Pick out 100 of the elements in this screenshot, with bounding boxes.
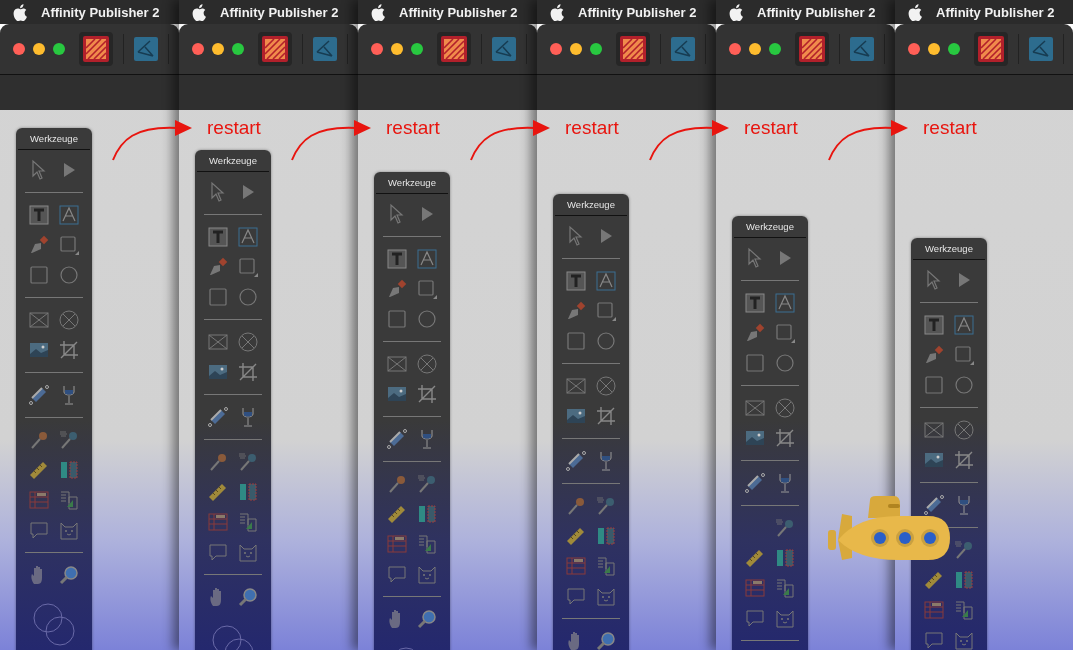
app-menu-title[interactable]: Affinity Publisher 2	[578, 4, 697, 20]
publisher-app-button[interactable]	[258, 32, 292, 66]
publisher-app-button[interactable]	[79, 32, 113, 66]
text-columns-icon[interactable]	[416, 533, 438, 555]
speech-bubble-icon[interactable]	[207, 541, 229, 563]
close-button[interactable]	[192, 43, 204, 55]
crop-icon[interactable]	[774, 427, 796, 449]
square-icon[interactable]	[565, 330, 587, 352]
gradient-tool-icon[interactable]	[744, 472, 766, 494]
text-icon[interactable]	[595, 270, 617, 292]
crossed-circle-icon[interactable]	[58, 309, 80, 331]
square-icon[interactable]	[416, 278, 438, 300]
crop-icon[interactable]	[58, 339, 80, 361]
circle-icon[interactable]	[595, 330, 617, 352]
minimize-button[interactable]	[928, 43, 940, 55]
minimize-button[interactable]	[212, 43, 224, 55]
minimize-button[interactable]	[749, 43, 761, 55]
speech-bubble-icon[interactable]	[565, 585, 587, 607]
circle-icon[interactable]	[237, 286, 259, 308]
text-frame-icon[interactable]	[923, 314, 945, 336]
circle-icon[interactable]	[953, 374, 975, 396]
square-icon[interactable]	[953, 344, 975, 366]
table-icon[interactable]	[207, 511, 229, 533]
close-button[interactable]	[13, 43, 25, 55]
designer-app-icon[interactable]	[1029, 37, 1053, 61]
minimize-button[interactable]	[33, 43, 45, 55]
text-columns-icon[interactable]	[953, 599, 975, 621]
circle-icon[interactable]	[416, 308, 438, 330]
app-menu-title[interactable]: Affinity Publisher 2	[41, 4, 160, 20]
gradient-tool-icon[interactable]	[386, 428, 408, 450]
apple-icon[interactable]	[371, 3, 385, 21]
designer-app-icon[interactable]	[313, 37, 337, 61]
text-icon[interactable]	[237, 226, 259, 248]
table-icon[interactable]	[923, 599, 945, 621]
text-frame-icon[interactable]	[386, 248, 408, 270]
publisher-app-button[interactable]	[616, 32, 650, 66]
column-guides-icon[interactable]	[416, 503, 438, 525]
microphone-icon[interactable]	[595, 495, 617, 517]
pen-nib-icon[interactable]	[923, 344, 945, 366]
app-menu-title[interactable]: Affinity Publisher 2	[936, 4, 1055, 20]
apple-icon[interactable]	[13, 3, 27, 21]
column-guides-icon[interactable]	[595, 525, 617, 547]
table-icon[interactable]	[744, 577, 766, 599]
overlapping-circles-icon[interactable]	[31, 602, 77, 648]
square-icon[interactable]	[28, 264, 50, 286]
text-frame-icon[interactable]	[565, 270, 587, 292]
gradient-tool-icon[interactable]	[923, 494, 945, 516]
crossed-rectangle-icon[interactable]	[207, 331, 229, 353]
square-icon[interactable]	[386, 308, 408, 330]
column-guides-icon[interactable]	[774, 547, 796, 569]
close-button[interactable]	[371, 43, 383, 55]
gradient-tool-icon[interactable]	[28, 384, 50, 406]
speech-bubble-icon[interactable]	[923, 629, 945, 650]
minimize-button[interactable]	[391, 43, 403, 55]
microphone-icon[interactable]	[416, 473, 438, 495]
text-columns-icon[interactable]	[595, 555, 617, 577]
apple-icon[interactable]	[908, 3, 922, 21]
app-menu-title[interactable]: Affinity Publisher 2	[220, 4, 339, 20]
square-icon[interactable]	[58, 234, 80, 256]
zoom-icon[interactable]	[595, 630, 617, 650]
table-icon[interactable]	[28, 489, 50, 511]
designer-app-icon[interactable]	[492, 37, 516, 61]
text-frame-icon[interactable]	[207, 226, 229, 248]
ruler-icon[interactable]	[565, 525, 587, 547]
crossed-circle-icon[interactable]	[774, 397, 796, 419]
ruler-icon[interactable]	[28, 459, 50, 481]
close-button[interactable]	[729, 43, 741, 55]
ruler-icon[interactable]	[744, 547, 766, 569]
speech-bubble-icon[interactable]	[28, 519, 50, 541]
crossed-circle-icon[interactable]	[953, 419, 975, 441]
close-button[interactable]	[550, 43, 562, 55]
microphone-icon[interactable]	[207, 451, 229, 473]
square-icon[interactable]	[744, 352, 766, 374]
text-icon[interactable]	[416, 248, 438, 270]
designer-app-icon[interactable]	[671, 37, 695, 61]
column-guides-icon[interactable]	[58, 459, 80, 481]
app-menu-title[interactable]: Affinity Publisher 2	[757, 4, 876, 20]
microphone-icon[interactable]	[237, 451, 259, 473]
zoom-button[interactable]	[53, 43, 65, 55]
microphone-icon[interactable]	[953, 539, 975, 561]
crossed-rectangle-icon[interactable]	[923, 419, 945, 441]
crop-icon[interactable]	[953, 449, 975, 471]
microphone-icon[interactable]	[774, 517, 796, 539]
table-icon[interactable]	[565, 555, 587, 577]
pen-nib-icon[interactable]	[207, 256, 229, 278]
microphone-icon[interactable]	[28, 429, 50, 451]
microphone-icon[interactable]	[58, 429, 80, 451]
publisher-app-button[interactable]	[795, 32, 829, 66]
app-menu-title[interactable]: Affinity Publisher 2	[399, 4, 518, 20]
crop-icon[interactable]	[237, 361, 259, 383]
zoom-icon[interactable]	[237, 586, 259, 608]
crossed-circle-icon[interactable]	[416, 353, 438, 375]
ruler-icon[interactable]	[207, 481, 229, 503]
speech-bubble-icon[interactable]	[744, 607, 766, 629]
crossed-rectangle-icon[interactable]	[28, 309, 50, 331]
circle-icon[interactable]	[58, 264, 80, 286]
designer-app-icon[interactable]	[134, 37, 158, 61]
pen-nib-icon[interactable]	[386, 278, 408, 300]
designer-app-icon[interactable]	[850, 37, 874, 61]
square-icon[interactable]	[595, 300, 617, 322]
